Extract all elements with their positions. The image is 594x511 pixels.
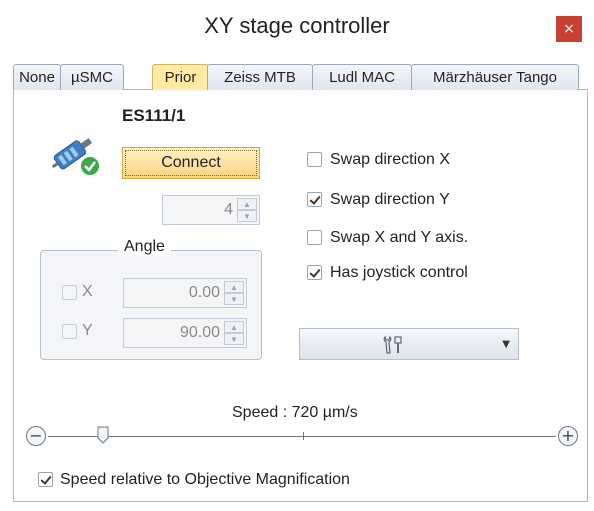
has-joystick-label: Has joystick control [330, 264, 468, 281]
swap-direction-x-checkbox[interactable] [307, 152, 322, 167]
swap-direction-y-label: Swap direction Y [330, 191, 450, 208]
stepper-up-icon[interactable]: ▲ [224, 321, 244, 333]
tab-marzhauser-tango[interactable]: Märzhäuser Tango [411, 64, 579, 90]
port-number-stepper[interactable]: 4 ▲ ▼ [162, 195, 260, 225]
angle-y-stepper[interactable]: 90.00 ▲ ▼ [123, 318, 247, 348]
swap-direction-x-label: Swap direction X [330, 151, 451, 168]
close-button[interactable]: × [556, 16, 582, 42]
chevron-down-icon: ▼ [502, 339, 510, 350]
speed-slider-track[interactable] [48, 436, 556, 437]
stepper-down-icon[interactable]: ▼ [224, 293, 244, 305]
has-joystick-checkbox[interactable] [307, 265, 322, 280]
speed-label: Speed : 720 µm/s [232, 404, 358, 421]
speed-relative-checkbox[interactable] [38, 472, 53, 487]
angle-x-stepper[interactable]: 0.00 ▲ ▼ [123, 278, 247, 308]
angle-y-label: Y [82, 322, 93, 339]
swap-direction-y-checkbox[interactable] [307, 192, 322, 207]
device-name: ES111/1 [122, 106, 186, 125]
stage-type-tabs: None µSMC Prior Zeiss MTB Ludl MAC Märzh… [13, 64, 588, 91]
angle-x-value: 0.00 [188, 284, 220, 301]
angle-x-checkbox[interactable] [62, 285, 77, 300]
stepper-up-icon[interactable]: ▲ [237, 198, 257, 210]
swap-xy-axis-checkbox[interactable] [307, 230, 322, 245]
speed-slider-tick [303, 432, 304, 440]
angle-y-checkbox[interactable] [62, 324, 77, 339]
stepper-up-icon[interactable]: ▲ [224, 281, 244, 293]
tab-ludl-mac[interactable]: Ludl MAC [312, 64, 412, 90]
tools-dropdown-button[interactable]: ▼ [299, 328, 519, 360]
tab-zeiss-mtb[interactable]: Zeiss MTB [207, 64, 313, 90]
stepper-down-icon[interactable]: ▼ [237, 210, 257, 222]
xy-stage-controller-window: XY stage controller × None µSMC Prior Ze… [0, 0, 594, 511]
connect-button[interactable]: Connect [122, 147, 260, 179]
swap-xy-axis-label: Swap X and Y axis. [330, 229, 469, 246]
speed-slider-thumb[interactable] [97, 426, 109, 444]
port-number-value: 4 [224, 201, 233, 218]
speed-relative-label: Speed relative to Objective Magnificatio… [60, 471, 350, 488]
speed-increase-button[interactable]: + [558, 426, 578, 446]
plug-connected-icon [51, 138, 101, 177]
window-title: XY stage controller [204, 13, 390, 38]
angle-group-title: Angle [118, 238, 171, 256]
tools-icon [383, 335, 402, 354]
angle-y-value: 90.00 [179, 324, 220, 341]
angle-x-label: X [82, 283, 93, 300]
title-bar: XY stage controller × [0, 0, 594, 58]
tab-usmc[interactable]: µSMC [60, 64, 124, 90]
speed-decrease-button[interactable]: − [26, 426, 46, 446]
tab-prior[interactable]: Prior [152, 64, 209, 91]
stepper-down-icon[interactable]: ▼ [224, 333, 244, 345]
tab-none[interactable]: None [13, 64, 61, 90]
